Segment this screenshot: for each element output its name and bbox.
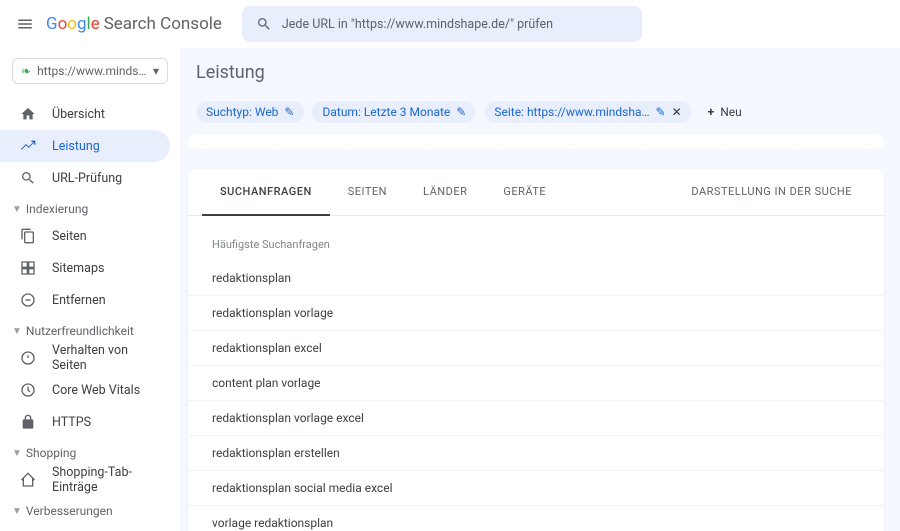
sidebar: ❧ https://www.mindsh… ▾ Übersicht Leistu… (0, 48, 180, 531)
close-icon[interactable]: ✕ (672, 105, 682, 119)
property-favicon: ❧ (21, 64, 31, 78)
nav-page-experience[interactable]: Verhalten von Seiten (0, 342, 170, 374)
edit-icon: ✎ (284, 105, 294, 119)
search-icon (256, 16, 272, 32)
table-row[interactable]: redaktionsplan (188, 261, 884, 296)
logo-text: Search Console (104, 14, 222, 34)
main-content: Leistung Suchtyp: Web✎ Datum: Letzte 3 M… (180, 48, 900, 531)
chart-date-axis: ·········· (188, 135, 884, 149)
filter-search-type[interactable]: Suchtyp: Web✎ (196, 101, 304, 123)
table-row[interactable]: content plan vorlage (188, 366, 884, 401)
table-row[interactable]: redaktionsplan erstellen (188, 436, 884, 471)
nav-core-web-vitals[interactable]: Core Web Vitals (0, 374, 170, 406)
add-filter-button[interactable]: +Neu (700, 101, 750, 123)
nav-url-inspection[interactable]: URL-Prüfung (0, 162, 170, 194)
plus-icon: + (708, 105, 715, 119)
nav-section-enhancements[interactable]: ▼Verbesserungen (0, 496, 180, 522)
nav-section-shopping[interactable]: ▼Shopping (0, 438, 180, 464)
chevron-down-icon: ▾ (153, 64, 159, 78)
nav-shopping-tab[interactable]: Shopping-Tab-Einträge (0, 464, 170, 496)
table-row[interactable]: vorlage redaktionsplan (188, 506, 884, 531)
tab-pages[interactable]: SEITEN (330, 169, 405, 215)
table-row[interactable]: redaktionsplan vorlage (188, 296, 884, 331)
logo: Google Search Console (46, 14, 222, 34)
table-heading: Häufigste Suchanfragen (188, 216, 884, 261)
filter-page[interactable]: Seite: https://www.mindsha…✎✕ (484, 101, 691, 123)
nav-removals[interactable]: Entfernen (0, 284, 170, 316)
hamburger-icon[interactable] (16, 15, 34, 33)
nav-section-indexing[interactable]: ▼Indexierung (0, 194, 180, 220)
nav-breadcrumbs[interactable]: ◇Navigationspfade (0, 522, 170, 531)
tab-countries[interactable]: LÄNDER (405, 169, 485, 215)
filter-date[interactable]: Datum: Letzte 3 Monate✎ (312, 101, 476, 123)
property-selector[interactable]: ❧ https://www.mindsh… ▾ (12, 58, 168, 84)
table-row[interactable]: redaktionsplan social media excel (188, 471, 884, 506)
page-title: Leistung (188, 48, 884, 97)
nav-sitemaps[interactable]: Sitemaps (0, 252, 170, 284)
tab-devices[interactable]: GERÄTE (485, 169, 564, 215)
table-row[interactable]: redaktionsplan excel (188, 331, 884, 366)
nav-pages[interactable]: Seiten (0, 220, 170, 252)
edit-icon: ✎ (656, 105, 666, 119)
nav-section-ux[interactable]: ▼Nutzerfreundlichkeit (0, 316, 180, 342)
edit-icon: ✎ (456, 105, 466, 119)
url-inspect-search[interactable]: Jede URL in "https://www.mindshape.de/" … (242, 6, 642, 42)
nav-overview[interactable]: Übersicht (0, 98, 170, 130)
tab-search-appearance[interactable]: DARSTELLUNG IN DER SUCHE (673, 169, 870, 215)
table-row[interactable]: redaktionsplan vorlage excel (188, 401, 884, 436)
filter-row: Suchtyp: Web✎ Datum: Letzte 3 Monate✎ Se… (188, 97, 884, 135)
nav-https[interactable]: HTTPS (0, 406, 170, 438)
dimension-tabs: SUCHANFRAGEN SEITEN LÄNDER GERÄTE DARSTE… (188, 169, 884, 216)
property-url: https://www.mindsh… (37, 64, 153, 78)
search-placeholder: Jede URL in "https://www.mindshape.de/" … (282, 17, 553, 32)
queries-card: SUCHANFRAGEN SEITEN LÄNDER GERÄTE DARSTE… (188, 169, 884, 531)
nav-performance[interactable]: Leistung (0, 130, 170, 162)
tab-queries[interactable]: SUCHANFRAGEN (202, 169, 330, 216)
